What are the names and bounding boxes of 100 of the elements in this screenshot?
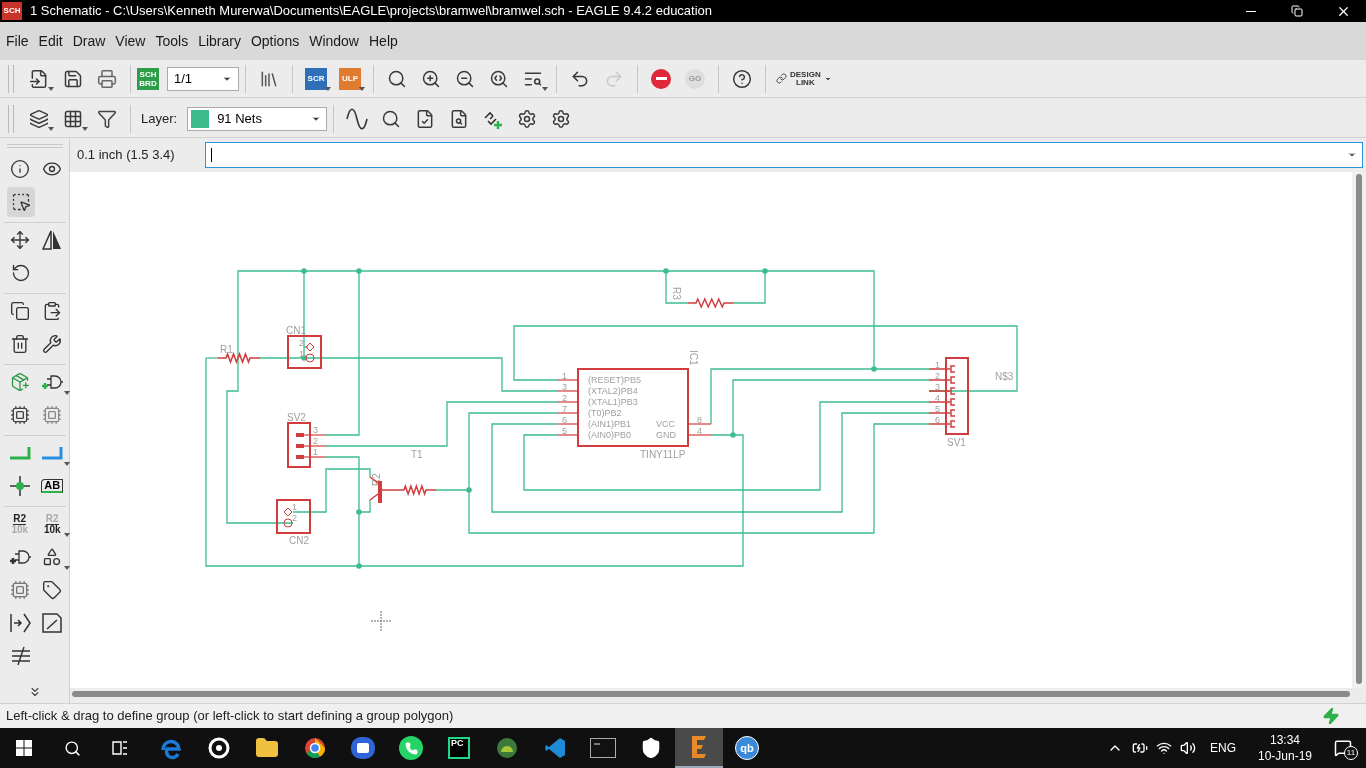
delete-icon <box>9 334 30 354</box>
toolbar-grip[interactable] <box>8 104 14 133</box>
text-cursor-icon <box>211 148 212 162</box>
shield-icon <box>640 737 662 759</box>
caret-icon <box>82 126 88 131</box>
layer-select[interactable]: 91 Nets <box>187 106 328 131</box>
wrench-icon <box>42 334 63 354</box>
settings-icon <box>551 108 572 129</box>
pin-number: 1 <box>562 371 567 381</box>
header-symbol <box>287 422 327 468</box>
window-title: 1 Schematic - C:\Users\Kenneth Murerwa\Documents\EAGLE\projects\bramwel\bramwel.sch - EAGLE 9.4.2 education <box>30 2 713 21</box>
pin-name: (AIN0)PB0 <box>588 430 631 440</box>
junction-icon <box>8 475 31 497</box>
part-name: T1 <box>411 449 423 460</box>
coordinates-display: 0.1 inch (1.5 3.4) <box>77 146 176 165</box>
stop-icon <box>651 68 671 89</box>
pin-name: VCC <box>656 419 675 429</box>
crosshair-cursor-icon <box>370 610 392 632</box>
settings-icon <box>517 108 538 129</box>
mirror-icon <box>41 229 64 251</box>
menu-item[interactable]: Library <box>193 30 246 52</box>
pin-number: 2 <box>935 371 940 381</box>
pin-name: (XTAL1)PB3 <box>588 397 638 407</box>
pin-number: 4 <box>935 393 940 403</box>
zoom-in-icon <box>421 68 441 89</box>
part-value: TINY11LP <box>640 449 686 460</box>
pin-name: (AIN1)PB1 <box>588 419 631 429</box>
pin-number: 6 <box>562 415 567 425</box>
phone-bubble-icon <box>399 736 423 760</box>
split-icon <box>9 645 32 667</box>
design-link-button[interactable]: DESIGN LINK <box>776 70 832 87</box>
vertical-scrollbar[interactable] <box>1352 172 1366 688</box>
name-tool[interactable]: R2 10k <box>6 509 33 539</box>
clock[interactable]: 13:34 10-Jun-19 <box>1250 732 1320 764</box>
dropdown-caret-icon <box>1347 150 1357 160</box>
help-icon <box>732 68 752 89</box>
sheet-select[interactable]: 1/1 <box>167 66 239 91</box>
command-input[interactable] <box>205 142 1363 168</box>
menu-item[interactable]: Draw <box>67 30 111 52</box>
pin-number: 1 <box>299 349 304 359</box>
bus-wire-icon <box>41 446 64 460</box>
menu-item[interactable]: Window <box>304 30 364 52</box>
notifications-button[interactable]: 11 <box>1320 728 1366 768</box>
arrow-bracket-icon <box>8 612 31 634</box>
caret-icon <box>325 86 331 91</box>
menu-item[interactable]: Help <box>364 30 403 52</box>
chip-icon <box>9 405 30 425</box>
zoom-redraw-icon <box>489 68 509 89</box>
part-name: SV2 <box>287 412 306 423</box>
search-icon <box>63 739 81 757</box>
caret-icon <box>542 86 548 91</box>
label-tool[interactable]: AB <box>39 471 66 501</box>
part-name: CN2 <box>289 535 309 546</box>
part-name: IC1 <box>688 350 699 366</box>
tag-icon <box>42 580 63 600</box>
language-indicator[interactable]: ENG <box>1210 739 1236 757</box>
menu-item[interactable]: File <box>1 30 34 52</box>
taskbar-app[interactable]: PC <box>435 728 483 768</box>
volume-icon[interactable] <box>1180 740 1196 756</box>
pin-number: 2 <box>562 393 567 403</box>
chip-outline-icon <box>42 405 63 425</box>
miter-icon <box>41 612 64 634</box>
link-icon <box>776 73 787 84</box>
script-button[interactable]: SCR <box>299 62 333 95</box>
caret-icon <box>48 126 54 131</box>
resistor-symbol <box>380 483 437 497</box>
pin-number: 4 <box>697 426 702 436</box>
connector-symbol <box>287 335 322 369</box>
pc-logo: PC <box>448 737 470 759</box>
pin-name: (XTAL2)PB4 <box>588 386 638 396</box>
menu-item[interactable]: Tools <box>150 30 194 52</box>
grid-icon <box>63 108 83 129</box>
move-icon <box>9 230 30 250</box>
caret-icon <box>48 86 54 91</box>
toolbar-grip[interactable] <box>8 64 14 93</box>
pin-number: 7 <box>562 404 567 414</box>
battery-icon[interactable] <box>1132 740 1148 756</box>
pin-name: (T0)PB2 <box>588 408 622 418</box>
pin-name: GND <box>656 430 676 440</box>
windows-logo-icon <box>16 740 32 756</box>
pin-number: 3 <box>313 425 318 435</box>
connector-symbol <box>276 499 311 534</box>
pin-name: (RESET)PB5 <box>588 375 641 385</box>
menu-item[interactable]: View <box>110 30 151 52</box>
resistor-symbol <box>217 351 261 365</box>
status-message: Left-click & drag to define group (or left-click to start defining a group polygon) <box>6 707 454 726</box>
pin-number: 6 <box>935 415 940 425</box>
menu-item[interactable]: Options <box>245 30 305 52</box>
caret-icon <box>359 86 365 91</box>
chip-package-icon <box>9 580 30 600</box>
layer-label: Layer: <box>141 109 178 128</box>
notification-count: 11 <box>1344 746 1358 760</box>
wifi-icon[interactable] <box>1156 740 1172 756</box>
lightning-icon <box>1322 707 1340 725</box>
taskbar-app[interactable]: qb <box>723 728 771 768</box>
net-label: N$3 <box>995 371 1014 382</box>
paste-icon <box>42 301 63 321</box>
menu-item[interactable]: Edit <box>33 30 68 52</box>
group-select-tool[interactable] <box>6 187 35 217</box>
shapes-icon <box>42 547 63 567</box>
